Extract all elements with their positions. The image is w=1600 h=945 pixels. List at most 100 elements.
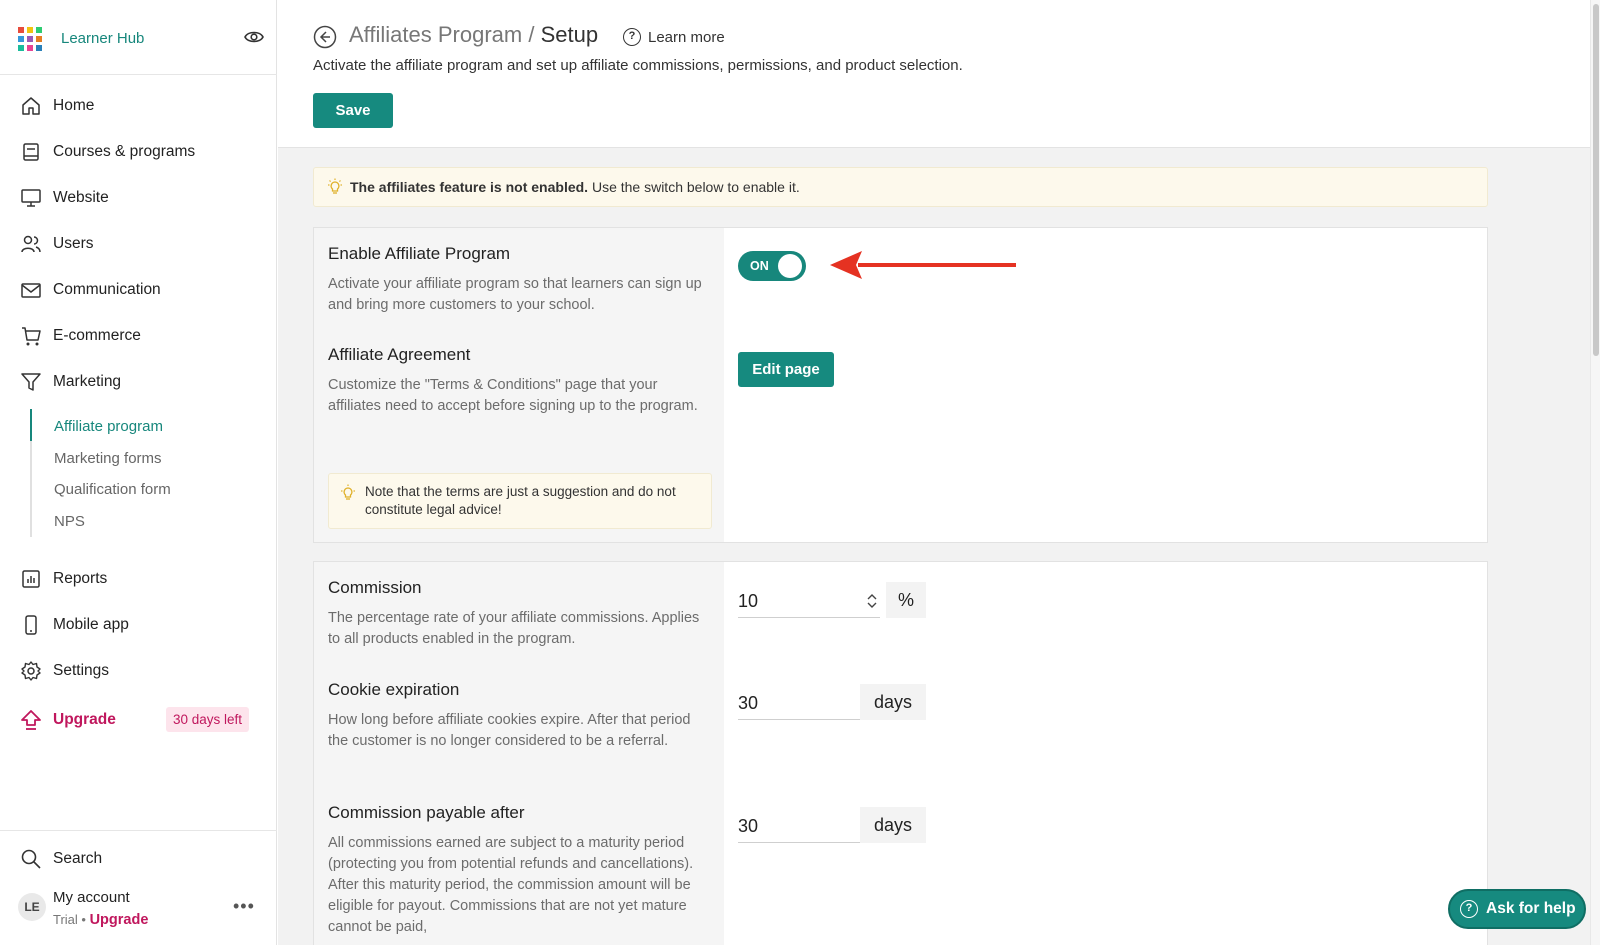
nav-website[interactable]: Website bbox=[0, 178, 277, 218]
nav-label: Users bbox=[53, 235, 94, 252]
commission-payable-unit: days bbox=[860, 807, 926, 843]
book-icon bbox=[23, 143, 39, 161]
legal-note: Note that the terms are just a suggestio… bbox=[328, 473, 712, 529]
nav-label: Marketing bbox=[53, 373, 122, 390]
learn-more-link[interactable]: ? Learn more bbox=[623, 28, 725, 46]
affiliate-agreement-description: Customize the "Terms & Conditions" page … bbox=[328, 377, 698, 414]
nav-reports[interactable]: Reports bbox=[0, 559, 277, 599]
cookie-expiration-description: How long before affiliate cookies expire… bbox=[328, 712, 691, 749]
nav-mobile-app[interactable]: Mobile app bbox=[0, 605, 277, 645]
alert-rest-text: Use the switch below to enable it. bbox=[588, 179, 800, 195]
nav-label: Communication bbox=[53, 281, 161, 298]
logo-square bbox=[27, 45, 33, 51]
toggle-state-label: ON bbox=[750, 259, 769, 273]
funnel-icon bbox=[21, 373, 41, 391]
cookie-expiration-title: Cookie expiration bbox=[328, 680, 460, 699]
brand-header: Learner Hub bbox=[0, 0, 277, 75]
account-upgrade-link[interactable]: Upgrade bbox=[90, 912, 149, 928]
account-plan: Trial • Upgrade bbox=[53, 912, 148, 928]
vertical-scrollbar[interactable] bbox=[1590, 0, 1600, 945]
cart-icon bbox=[22, 327, 41, 346]
commission-input[interactable] bbox=[738, 582, 880, 618]
subnav-nps[interactable]: NPS bbox=[54, 513, 85, 530]
subnav-qualification-form[interactable]: Qualification form bbox=[54, 481, 171, 498]
enable-program-description: Activate your affiliate program so that … bbox=[328, 276, 702, 313]
nav-label: Reports bbox=[53, 570, 108, 587]
logo-square bbox=[36, 36, 42, 42]
toggle-knob bbox=[778, 254, 802, 278]
nav-users[interactable]: Users bbox=[0, 224, 277, 264]
nav-ecommerce[interactable]: E-commerce bbox=[0, 316, 277, 356]
number-stepper-icon[interactable] bbox=[866, 592, 878, 610]
page-title: Affiliates Program / Setup bbox=[349, 22, 598, 48]
cookie-expiration-input[interactable] bbox=[738, 684, 860, 720]
mail-icon bbox=[21, 283, 41, 298]
commission-description: The percentage rate of your affiliate co… bbox=[328, 610, 700, 647]
app-grid-logo-icon[interactable] bbox=[18, 27, 42, 51]
nav-courses[interactable]: Courses & programs bbox=[0, 132, 277, 172]
lightbulb-icon bbox=[341, 484, 355, 500]
commission-payable-title: Commission payable after bbox=[328, 803, 525, 822]
commission-title: Commission bbox=[328, 578, 422, 597]
subnav-affiliate-program[interactable]: Affiliate program bbox=[54, 418, 163, 435]
plan-separator: • bbox=[77, 912, 90, 927]
enable-program-title: Enable Affiliate Program bbox=[328, 244, 511, 263]
nav-label: Home bbox=[53, 97, 95, 114]
alert-bold-text: The affiliates feature is not enabled. bbox=[350, 179, 589, 195]
logo-square bbox=[18, 27, 24, 33]
logo-square bbox=[36, 45, 42, 51]
sidebar: Learner Hub Home Courses & programs Webs… bbox=[0, 0, 277, 945]
nav-label: E-commerce bbox=[53, 327, 141, 344]
breadcrumb-parent[interactable]: Affiliates Program / bbox=[349, 22, 541, 47]
nav-communication[interactable]: Communication bbox=[0, 270, 277, 310]
commission-unit: % bbox=[886, 582, 926, 618]
subnav-marketing-forms[interactable]: Marketing forms bbox=[54, 450, 162, 467]
nav-settings[interactable]: Settings bbox=[0, 651, 277, 691]
feature-disabled-alert: The affiliates feature is not enabled. U… bbox=[313, 167, 1488, 207]
nav-label: Mobile app bbox=[53, 616, 129, 633]
save-button[interactable]: Save bbox=[313, 93, 393, 128]
help-circle-icon: ? bbox=[1460, 900, 1478, 918]
commission-payable-description: All commissions earned are subject to a … bbox=[328, 835, 694, 935]
commission-payable-input[interactable] bbox=[738, 807, 860, 843]
commission-settings-card: Commission The percentage rate of your a… bbox=[313, 561, 1488, 945]
avatar[interactable]: LE bbox=[18, 893, 46, 921]
back-arrow-icon[interactable] bbox=[313, 25, 337, 49]
upgrade-arrow-icon bbox=[21, 710, 41, 730]
nav-search[interactable]: Search bbox=[0, 839, 277, 879]
edit-page-button[interactable]: Edit page bbox=[738, 352, 834, 387]
home-icon bbox=[22, 97, 40, 115]
school-name[interactable]: Learner Hub bbox=[61, 30, 144, 47]
page-subtitle: Activate the affiliate program and set u… bbox=[313, 57, 963, 74]
nav-label: Search bbox=[53, 850, 103, 867]
legal-note-text: Note that the terms are just a suggestio… bbox=[365, 484, 676, 517]
annotation-arrow-icon bbox=[830, 251, 1016, 279]
cookie-expiration-unit: days bbox=[860, 684, 926, 720]
active-indicator bbox=[30, 409, 32, 441]
eye-icon[interactable] bbox=[244, 29, 264, 45]
alert-text: The affiliates feature is not enabled. U… bbox=[350, 179, 800, 195]
nav-label: Website bbox=[53, 189, 109, 206]
nav-marketing[interactable]: Marketing bbox=[0, 362, 277, 402]
monitor-icon bbox=[21, 189, 41, 207]
main-content: Affiliates Program / Setup ? Learn more A… bbox=[278, 0, 1590, 945]
affiliate-agreement-title: Affiliate Agreement bbox=[328, 345, 471, 364]
ask-for-help-button[interactable]: ? Ask for help bbox=[1448, 889, 1586, 929]
more-options-icon[interactable]: ••• bbox=[233, 896, 255, 917]
logo-square bbox=[18, 45, 24, 51]
nav-label: Upgrade bbox=[53, 711, 116, 728]
affiliate-settings-card: Enable Affiliate Program Activate your a… bbox=[313, 227, 1488, 543]
nav-label: Settings bbox=[53, 662, 110, 679]
lightbulb-icon bbox=[328, 178, 342, 194]
scrollbar-thumb[interactable] bbox=[1593, 4, 1599, 356]
logo-square bbox=[36, 27, 42, 33]
marketing-subnav-rail bbox=[30, 409, 32, 537]
trial-days-badge: 30 days left bbox=[166, 707, 250, 732]
gear-icon bbox=[21, 661, 41, 681]
enable-affiliate-toggle[interactable]: ON bbox=[738, 251, 806, 281]
account-name[interactable]: My account bbox=[53, 889, 130, 906]
users-icon bbox=[21, 235, 41, 253]
phone-icon bbox=[25, 615, 37, 635]
chart-icon bbox=[22, 570, 40, 588]
nav-home[interactable]: Home bbox=[0, 86, 277, 126]
